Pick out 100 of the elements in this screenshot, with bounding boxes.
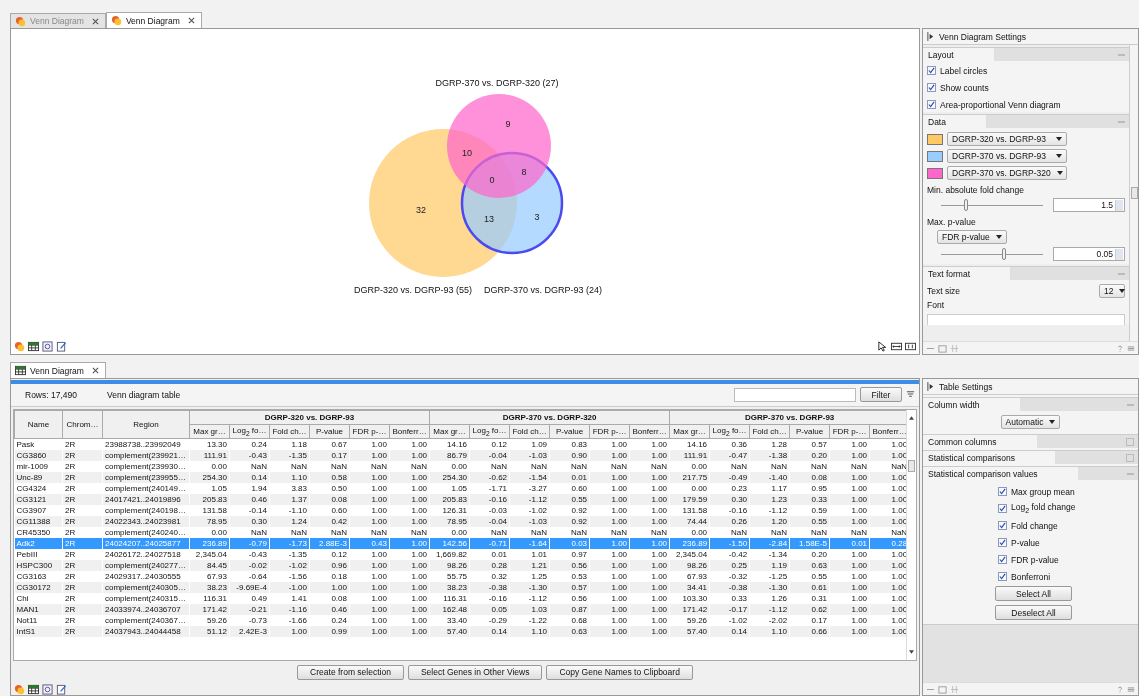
table-cell: 1.00 — [829, 471, 870, 483]
section-header[interactable]: Statistical comparison values — [923, 466, 1138, 480]
scroll-down-icon[interactable] — [909, 650, 914, 655]
series-dropdown[interactable]: DGRP-320 vs. DGRP-93 — [947, 132, 1067, 146]
collapse-icon[interactable] — [927, 32, 934, 41]
editor-tab[interactable]: Venn Diagram — [10, 362, 106, 378]
table-cell: 1.00 — [349, 548, 390, 560]
table-cell: 0.92 — [549, 504, 590, 516]
table-cell: 0.59 — [789, 504, 830, 516]
caret-icon[interactable] — [1119, 289, 1126, 293]
notes-icon[interactable] — [56, 683, 67, 695]
caret-icon[interactable] — [995, 235, 1002, 239]
scroll-thumb[interactable] — [908, 459, 915, 472]
section-header[interactable]: Text format — [923, 266, 1129, 280]
table-cell: 0.56 — [549, 559, 590, 571]
caret-icon[interactable] — [1056, 171, 1063, 175]
table-row[interactable]: HSPC300 2R complement(240277… 84.45 -0.02 -1.02 0.96 1.00 1.00 98.26 0.28 1.21 0.56 1.00 1.00 98.26 0.25 1.19 0.63 1.00 1.00 — [14, 559, 906, 571]
slider-thumb[interactable] — [1002, 247, 1006, 260]
table-cell: 0.00 — [669, 482, 710, 494]
checkbox[interactable] — [998, 538, 1007, 547]
table-cell: 2.42E-3 — [229, 625, 270, 637]
table-row[interactable]: CG30172 2R complement(240305… 38.23 -9.69E-4 -1.00 1.00 1.00 1.00 38.23 -0.38 -1.30 0.57 1.00 1.00 34.41 -0.38 -1.30 0.61 1.00 1.00 — [14, 581, 906, 593]
filter-options-icon[interactable] — [906, 390, 915, 400]
scrollbar[interactable] — [1129, 45, 1138, 341]
close-icon[interactable] — [91, 17, 99, 25]
section-header[interactable]: Column width — [923, 397, 1138, 411]
section-header[interactable]: Statistical comparisons — [923, 450, 1138, 464]
color-swatch[interactable] — [927, 167, 943, 179]
notes-icon[interactable] — [56, 341, 67, 352]
series-dropdown[interactable]: DGRP-370 vs. DGRP-93 — [947, 149, 1067, 163]
p-value-dropdown[interactable]: FDR p-value — [937, 230, 1007, 244]
section-header[interactable]: Layout — [923, 47, 1129, 61]
caret-icon[interactable] — [1049, 420, 1056, 424]
color-swatch[interactable] — [927, 133, 943, 145]
checkbox[interactable] — [998, 572, 1007, 581]
filter-field[interactable] — [734, 387, 856, 402]
collapse-icon[interactable] — [927, 382, 934, 391]
venn-diagram-icon — [15, 15, 26, 27]
text-size-dropdown[interactable]: 12 — [1099, 284, 1125, 298]
table-cell: HSPC300 — [14, 559, 63, 571]
scrollbar[interactable] — [906, 409, 916, 661]
series-dropdown[interactable]: DGRP-370 vs. DGRP-320 — [947, 166, 1067, 180]
checkbox[interactable] — [998, 521, 1007, 530]
checkbox[interactable] — [927, 100, 936, 109]
scroll-up-icon[interactable] — [909, 415, 914, 420]
checkbox[interactable] — [998, 555, 1007, 564]
table-row[interactable]: CG3121 2R 24017421..24019896 205.83 0.46 1.37 0.08 1.00 1.00 205.83 -0.16 -1.12 0.55 1.00 1.00 179.59 0.30 1.23 0.33 1.00 1.00 — [14, 493, 906, 505]
fit-width-icon[interactable] — [891, 341, 902, 352]
action-button[interactable]: Select Genes in Other Views — [407, 664, 543, 680]
column-width-dropdown[interactable]: Automatic — [1000, 415, 1061, 429]
table-cell: -0.42 — [709, 548, 750, 560]
close-icon[interactable] — [91, 367, 99, 374]
action-button[interactable]: Copy Gene Names to Clipboard — [546, 664, 693, 680]
scroll-thumb[interactable] — [1130, 187, 1138, 199]
table-cell: -0.47 — [709, 449, 750, 461]
column-header[interactable]: Name — [14, 410, 63, 439]
table-row[interactable]: CG11388 2R 24022343..24023981 78.95 0.30 1.24 0.42 1.00 1.00 78.95 -0.04 -1.03 0.92 1.00 1.00 74.44 0.26 1.20 0.55 1.00 1.00 — [14, 515, 906, 527]
caret-icon[interactable] — [1056, 137, 1062, 141]
font-field[interactable] — [927, 314, 1125, 325]
column-header[interactable]: Chrom… — [62, 410, 103, 439]
close-icon[interactable] — [187, 17, 195, 24]
table-cell: -9.69E-4 — [229, 581, 270, 593]
checkbox[interactable] — [927, 83, 936, 92]
number-field[interactable]: 1.5 — [1052, 198, 1125, 212]
table-cell: 1.00 — [589, 537, 630, 549]
table-icon[interactable] — [28, 683, 39, 695]
table-icon[interactable] — [28, 341, 39, 352]
checkbox[interactable] — [927, 66, 936, 75]
caret-icon[interactable] — [1056, 154, 1062, 158]
table-cell: -0.79 — [229, 537, 270, 549]
table-cell: 179.59 — [669, 493, 710, 505]
venn-circle[interactable] — [447, 94, 551, 198]
chart-icon[interactable] — [42, 341, 53, 352]
editor-tab[interactable]: Venn Diagram — [105, 12, 202, 28]
slider-thumb[interactable] — [964, 198, 969, 211]
checkbox[interactable] — [998, 504, 1007, 513]
table-cell: 1.00 — [349, 592, 390, 604]
table-row[interactable]: IntS1 2R 24037943..24044458 51.12 2.42E-3 1.00 0.99 1.00 1.00 57.40 0.14 1.10 0.63 1.00 1.00 57.40 0.14 1.10 0.66 1.00 1.00 — [14, 625, 906, 637]
select-all-button[interactable]: Select All — [995, 586, 1072, 601]
section-header[interactable]: Common columns — [923, 434, 1138, 448]
table-cell: 1.00 — [629, 603, 670, 615]
pointer-icon[interactable] — [877, 341, 888, 352]
column-header[interactable]: Region — [102, 410, 190, 439]
table-cell: 2R — [62, 581, 103, 593]
table-row[interactable]: CG3860 2R complement(239921… 111.91 -0.43 -1.35 0.17 1.00 1.00 86.79 -0.04 -1.03 0.90 1.00 1.00 111.91 -0.47 -1.38 0.20 1.00 1.00 — [14, 449, 906, 461]
field-label: Text size — [927, 286, 961, 296]
table-cell: 0.46 — [309, 603, 350, 615]
table-row[interactable]: MAN1 2R 24033974..24036707 171.42 -0.21 -1.16 0.46 1.00 1.00 162.48 0.05 1.03 0.87 1.00 1.00 171.42 -0.17 -1.12 0.62 1.00 1.00 — [14, 603, 906, 615]
table-cell: NaN — [349, 460, 390, 472]
deselect-all-button[interactable]: Deselect All — [995, 605, 1072, 620]
color-swatch[interactable] — [927, 150, 943, 162]
table-cell: 1.01 — [509, 548, 550, 560]
checkbox[interactable] — [998, 487, 1007, 496]
chart-icon[interactable] — [42, 683, 53, 695]
number-field[interactable]: 0.05 — [1052, 247, 1125, 261]
table-cell: 0.92 — [549, 515, 590, 527]
section-header[interactable]: Data — [923, 114, 1129, 128]
action-button[interactable]: Create from selection — [297, 664, 404, 680]
table-row[interactable]: Unc-89 2R complement(239955… 254.30 0.14 1.10 0.58 1.00 1.00 254.30 -0.62 -1.54 0.01 1.00 1.00 217.75 -0.49 -1.40 0.08 1.00 1.00 — [14, 471, 906, 483]
filter-button[interactable]: Filter — [860, 387, 902, 403]
